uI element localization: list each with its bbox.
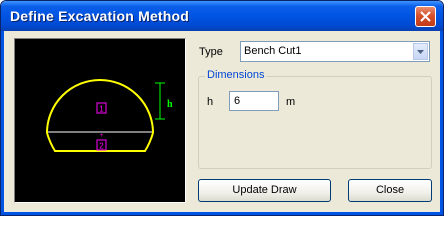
window-title: Define Excavation Method	[10, 8, 190, 24]
close-icon	[420, 11, 431, 22]
section-1-label: 1	[99, 105, 104, 114]
window-frame-left	[1, 31, 4, 215]
dimensions-group	[198, 76, 432, 169]
title-bar[interactable]: Define Excavation Method	[1, 1, 443, 31]
close-button[interactable]: Close	[348, 179, 432, 202]
type-dropdown-button[interactable]	[413, 43, 428, 60]
excavation-drawing: 1 + 2 h	[46, 79, 173, 152]
h-unit-label: m	[286, 96, 296, 108]
window-frame-bottom	[1, 212, 443, 215]
h-input[interactable]	[229, 91, 279, 111]
dimension-label: h	[167, 99, 173, 110]
type-label: Type	[199, 46, 223, 58]
section-2-marker: +	[100, 133, 104, 139]
update-draw-button[interactable]: Update Draw	[198, 179, 331, 202]
window-close-button[interactable]	[415, 6, 436, 27]
type-select[interactable]: Bench Cut1	[240, 41, 430, 62]
dialog-window: Define Excavation Method 1 + 2 h Type Be…	[0, 0, 444, 216]
type-select-value: Bench Cut1	[244, 45, 302, 57]
window-frame-right	[440, 31, 443, 215]
dimensions-group-title: Dimensions	[205, 69, 267, 81]
chevron-down-icon	[417, 50, 424, 54]
section-2-label: 2	[99, 142, 104, 151]
excavation-preview: 1 + 2 h	[14, 38, 186, 203]
h-label: h	[207, 96, 214, 108]
